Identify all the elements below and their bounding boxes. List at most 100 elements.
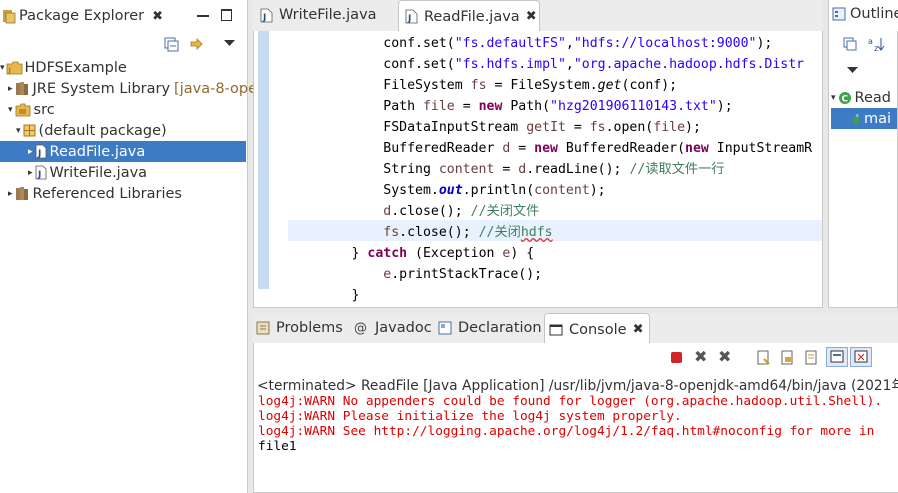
java-file-icon: J	[35, 144, 46, 159]
tab-label: Problems	[276, 320, 343, 336]
code-line: conf.set("fs.defaultFS","hdfs://localhos…	[288, 36, 773, 51]
svg-text:a: a	[868, 37, 873, 46]
method-icon: s	[852, 113, 860, 123]
package-tree: ▾ J HDFSExample ▸ JRE System Library [ja…	[0, 57, 263, 217]
word-wrap-icon[interactable]	[804, 350, 819, 365]
console-error-line: log4j:WARN See http://logging.apache.org…	[258, 424, 875, 439]
svg-text:s: s	[856, 113, 859, 119]
code-line: } catch (Exception e) {	[288, 246, 535, 261]
source-folder-icon	[15, 103, 30, 116]
svg-text:J: J	[37, 170, 41, 180]
tab-readfile[interactable]: J ReadFile.java ✖	[398, 0, 540, 32]
tree-item-label: HDFSExample	[24, 59, 127, 76]
console-error-line: log4j:WARN Please initialize the log4j s…	[258, 409, 682, 424]
code-line: String content = d.readLine(); //读取文件一行	[288, 162, 725, 177]
package-explorer-icon	[3, 10, 16, 24]
tree-item-readfile[interactable]: ▸ J ReadFile.java	[28, 141, 145, 162]
outline-item-main[interactable]: s mai	[851, 108, 891, 129]
code-line: BufferedReader d = new BufferedReader(ne…	[288, 141, 813, 156]
java-file-icon: J	[35, 165, 46, 180]
editor-tabbar: J WriteFile.java J ReadFile.java ✖	[252, 0, 823, 32]
tree-item-decoration: [java-8-oper	[174, 80, 264, 97]
collapse-all-icon[interactable]	[843, 37, 857, 51]
library-icon	[15, 82, 28, 95]
svg-text:J: J	[407, 14, 411, 24]
close-icon[interactable]: ✖	[526, 9, 537, 24]
tree-item-writefile[interactable]: ▸ J WriteFile.java	[28, 162, 147, 183]
minimize-icon[interactable]	[197, 15, 209, 17]
svg-text:z: z	[874, 44, 878, 53]
package-explorer-title: Package Explorer	[19, 8, 145, 24]
link-with-editor-icon[interactable]	[188, 36, 205, 53]
outline-item-label: Read	[854, 89, 891, 106]
svg-text:J: J	[8, 67, 11, 74]
sort-icon[interactable]: az	[867, 35, 885, 53]
outline-body: az ▾ C Read s mai	[828, 31, 898, 308]
code-line: FSDataInputStream getIt = fs.open(file);	[288, 120, 701, 135]
tab-writefile[interactable]: J WriteFile.java	[256, 0, 392, 30]
tab-label: Console	[569, 321, 627, 338]
package-icon	[23, 124, 36, 137]
problems-icon	[256, 321, 270, 335]
tab-declaration[interactable]: Declaration	[438, 313, 542, 343]
tree-item-label: JRE System Library	[32, 80, 171, 97]
tree-item-label: src	[33, 101, 55, 118]
tab-javadoc[interactable]: @ Javadoc	[354, 313, 432, 343]
svg-text:J: J	[37, 149, 41, 159]
tree-item-label: (default package)	[38, 122, 167, 139]
close-icon[interactable]: ✖	[152, 9, 163, 24]
console-icon	[549, 324, 563, 335]
code-line: e.printStackTrace();	[383, 267, 543, 282]
tree-item-referenced-libraries[interactable]: ▸ Referenced Libraries	[8, 183, 182, 204]
bottom-tabbar: Problems @ Javadoc Declaration Console ✖	[252, 313, 898, 345]
monitor-icon	[854, 350, 868, 363]
collapse-all-icon[interactable]	[164, 37, 179, 52]
code-line: FileSystem fs = FileSystem.get(conf);	[288, 78, 678, 93]
console-output-line: file1	[258, 439, 297, 454]
tab-label: WriteFile.java	[279, 7, 377, 23]
maximize-icon[interactable]	[221, 9, 232, 21]
console-status: <terminated> ReadFile [Java Application]…	[257, 378, 898, 394]
code-line: conf.set("fs.hdfs.impl","org.apache.hado…	[288, 57, 805, 72]
tab-console[interactable]: Console ✖	[544, 313, 650, 345]
code-line: fs.close(); //关闭hdfs	[383, 225, 553, 240]
code-editor[interactable]: conf.set("fs.defaultFS","hdfs://localhos…	[253, 31, 823, 308]
console-toolbar: ✖ ✖	[664, 347, 898, 369]
tree-item-project[interactable]: ▾ J HDFSExample	[0, 57, 127, 78]
scroll-lock-icon[interactable]	[780, 350, 795, 365]
svg-text:J: J	[262, 13, 266, 23]
tree-item-jre-library[interactable]: ▸ JRE System Library [java-8-oper	[8, 78, 263, 99]
bottom-panel: Problems @ Javadoc Declaration Console ✖…	[252, 313, 898, 493]
tab-problems[interactable]: Problems	[256, 313, 343, 343]
pin-console-button[interactable]	[826, 347, 848, 367]
remove-launch-icon[interactable]: ✖	[694, 347, 707, 366]
tree-item-default-package[interactable]: ▾ (default package)	[16, 120, 167, 141]
explorer-toolbar	[0, 32, 247, 56]
outline-icon	[832, 7, 846, 21]
close-icon[interactable]: ✖	[633, 322, 644, 337]
remove-all-launches-icon[interactable]: ✖	[718, 347, 731, 366]
outline-panel: Outline az ▾ C Read s mai	[828, 0, 898, 309]
outline-tab[interactable]: Outline	[832, 6, 898, 22]
svg-text:C: C	[841, 94, 848, 104]
tab-label: Declaration	[458, 320, 542, 336]
view-menu-icon[interactable]	[847, 67, 858, 74]
terminate-icon[interactable]	[671, 352, 682, 363]
tree-item-label: WriteFile.java	[49, 164, 148, 181]
class-icon: C	[838, 91, 851, 104]
tab-label: ReadFile.java	[424, 8, 520, 25]
display-selected-console-button[interactable]	[850, 347, 872, 367]
tree-item-label: Referenced Libraries	[32, 185, 182, 202]
console-body: ✖ ✖ <terminated> ReadFile [Java Applicat…	[253, 343, 898, 493]
code-line: System.out.println(content);	[288, 183, 606, 198]
clear-console-icon[interactable]	[756, 350, 771, 365]
editor-area: J WriteFile.java J ReadFile.java ✖ conf.…	[252, 0, 823, 309]
tree-item-src[interactable]: ▾ src	[8, 99, 55, 120]
code-line: }	[288, 288, 360, 303]
console-error-line: log4j:WARN No appenders could be found f…	[258, 394, 883, 409]
tab-label: Javadoc	[375, 320, 432, 336]
outline-item-class[interactable]: ▾ C Read	[831, 87, 891, 108]
package-explorer-tab[interactable]: Package Explorer ✖	[2, 5, 163, 27]
view-menu-icon[interactable]	[224, 40, 235, 47]
declaration-icon	[438, 321, 452, 335]
